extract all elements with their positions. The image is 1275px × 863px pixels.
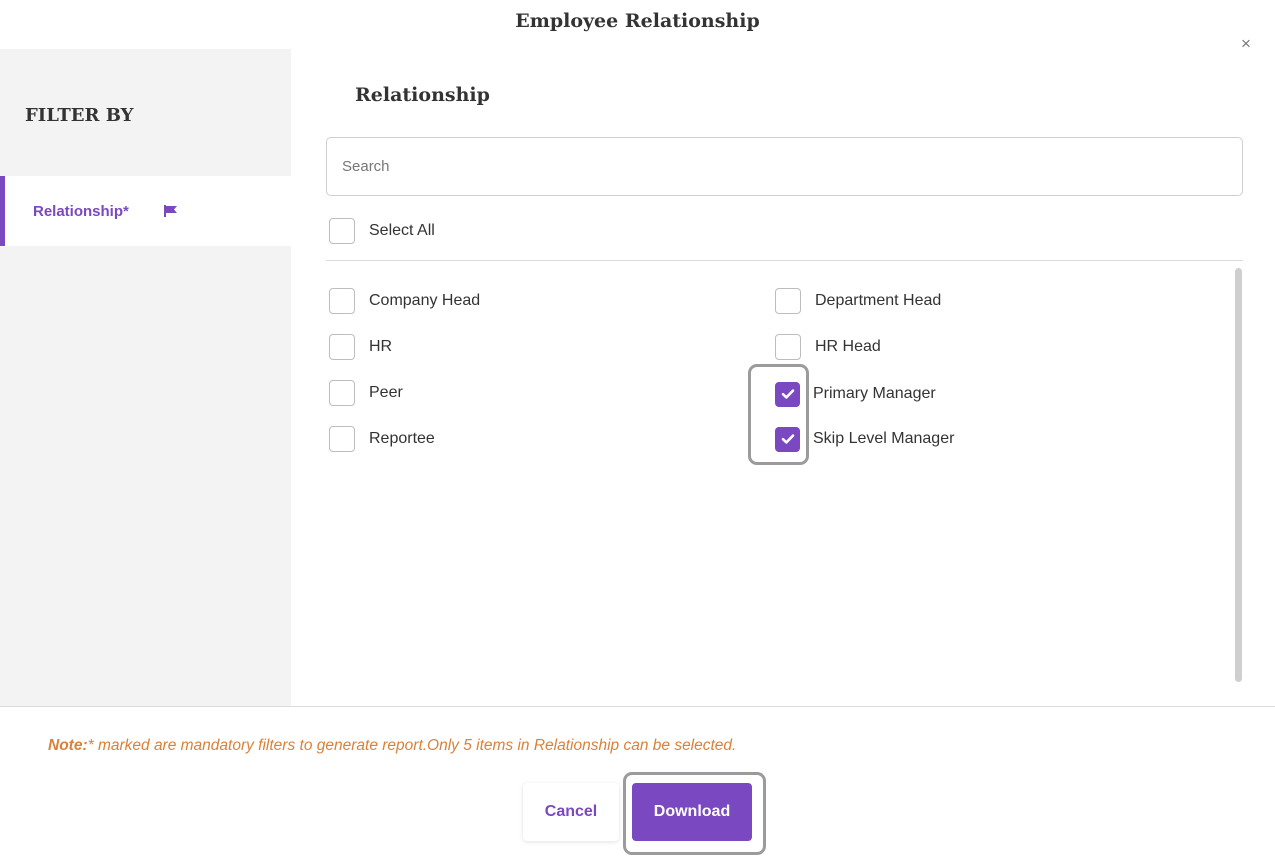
checkbox-checked[interactable] <box>775 381 800 407</box>
checkbox-label: Peer <box>369 384 403 401</box>
checkbox-label: Select All <box>369 222 435 239</box>
option-hr-head[interactable]: HR Head <box>775 334 881 360</box>
checkbox-checked[interactable] <box>775 426 800 452</box>
check-icon <box>781 389 794 399</box>
section-title: Relationship <box>355 84 490 106</box>
divider <box>326 260 1243 261</box>
select-all-checkbox[interactable]: Select All <box>329 218 435 244</box>
option-department-head[interactable]: Department Head <box>775 288 941 314</box>
option-primary-manager[interactable]: Primary Manager <box>775 381 936 407</box>
cancel-button[interactable]: Cancel <box>523 783 619 841</box>
option-skip-level-manager[interactable]: Skip Level Manager <box>775 426 954 452</box>
note-body: * marked are mandatory filters to genera… <box>87 737 737 754</box>
checkbox[interactable] <box>329 380 355 406</box>
flag-icon <box>164 205 177 217</box>
checkbox-label: Skip Level Manager <box>813 430 955 447</box>
checkbox[interactable] <box>329 288 355 314</box>
checkbox[interactable] <box>775 288 801 314</box>
modal-title: Employee Relationship <box>515 10 760 32</box>
note-text: Note:* marked are mandatory filters to g… <box>48 737 736 755</box>
option-reportee[interactable]: Reportee <box>329 426 435 452</box>
check-icon <box>781 434 794 444</box>
divider <box>0 706 1275 707</box>
checkbox-label: HR Head <box>815 338 881 355</box>
search-input[interactable] <box>326 137 1243 196</box>
checkbox[interactable] <box>775 334 801 360</box>
download-button[interactable]: Download <box>632 783 752 841</box>
scrollbar[interactable] <box>1235 268 1242 682</box>
checkbox-label: Primary Manager <box>813 385 936 402</box>
checkbox-label: Reportee <box>369 430 435 447</box>
checkbox-label: Company Head <box>369 292 481 309</box>
option-company-head[interactable]: Company Head <box>329 288 480 314</box>
checkbox[interactable] <box>329 426 355 452</box>
sidebar-item-relationship[interactable]: Relationship* <box>0 176 291 246</box>
note-prefix: Note: <box>48 737 88 754</box>
close-icon[interactable]: × <box>1236 34 1256 54</box>
option-peer[interactable]: Peer <box>329 380 403 406</box>
checkbox-label: HR <box>369 338 393 355</box>
checkbox-label: Department Head <box>815 292 942 309</box>
checkbox[interactable] <box>329 218 355 244</box>
option-hr[interactable]: HR <box>329 334 392 360</box>
filter-sidebar: FILTER BY Relationship* <box>0 49 291 706</box>
sidebar-item-label: Relationship* <box>33 203 129 220</box>
filter-by-heading: FILTER BY <box>25 105 134 126</box>
checkbox[interactable] <box>329 334 355 360</box>
